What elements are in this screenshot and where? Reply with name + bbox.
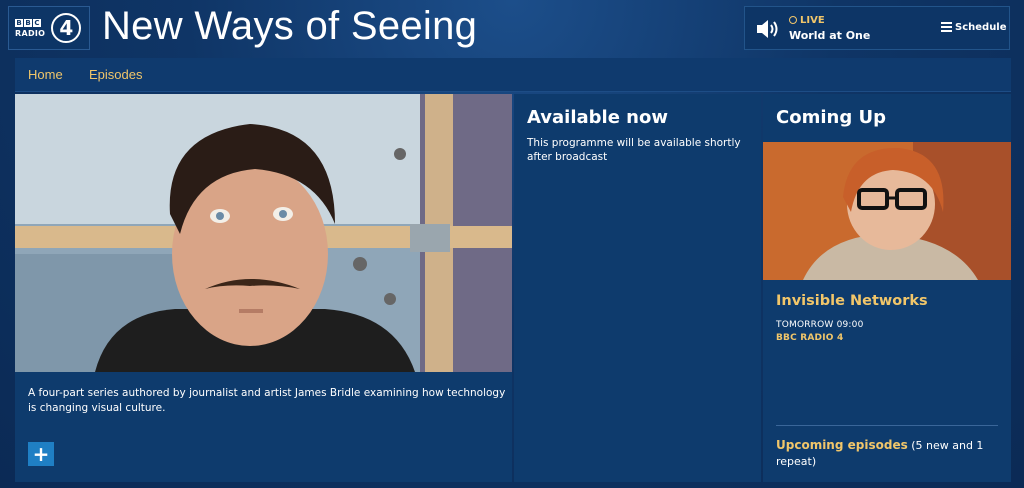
bbc-logo-stack: B B C RADIO: [15, 18, 46, 38]
speaker-icon[interactable]: [755, 17, 781, 41]
schedule-icon: [941, 22, 952, 32]
page-title: New Ways of Seeing: [102, 4, 478, 48]
divider: [776, 425, 998, 426]
upcoming-episodes-link[interactable]: Upcoming episodes: [776, 438, 908, 452]
bbc-letter: C: [33, 18, 41, 27]
live-indicator-icon: [789, 16, 797, 24]
bbc-radio-4-logo[interactable]: B B C RADIO 4: [8, 6, 90, 50]
plus-icon: +: [32, 442, 50, 466]
top-bar: B B C RADIO 4 New Ways of Seeing LIVE Wo…: [0, 0, 1024, 56]
nav-item-home[interactable]: Home: [28, 67, 63, 82]
schedule-label: Schedule: [955, 22, 1007, 33]
live-player-box[interactable]: LIVE World at One Schedule: [744, 6, 1010, 50]
live-text: LIVE: [800, 15, 825, 26]
available-now-panel: Available now This programme will be ava…: [514, 94, 761, 482]
coming-up-episode-title[interactable]: Invisible Networks: [776, 293, 928, 309]
programme-hero-image: [15, 94, 512, 372]
live-label: LIVE: [789, 15, 825, 26]
nav-item-episodes[interactable]: Episodes: [89, 67, 142, 82]
schedule-link[interactable]: Schedule: [941, 22, 1007, 33]
available-text: This programme will be available shortly…: [527, 137, 741, 163]
radio-label: RADIO: [15, 28, 46, 38]
expand-button[interactable]: +: [28, 442, 54, 466]
coming-up-image[interactable]: [763, 142, 1011, 280]
bbc-letter: B: [24, 18, 32, 27]
programme-nav: Home Episodes: [15, 58, 1011, 92]
live-programme-title[interactable]: World at One: [789, 29, 870, 42]
programme-panel: A four-part series authored by journalis…: [15, 94, 512, 482]
station-number: 4: [51, 13, 82, 43]
upcoming-episodes: Upcoming episodes (5 new and 1 repeat): [776, 437, 1000, 470]
available-heading: Available now: [527, 107, 668, 128]
coming-up-panel: Coming Up Invisible Networks TOMORROW 09…: [763, 94, 1011, 482]
coming-up-station[interactable]: BBC RADIO 4: [776, 333, 843, 343]
bbc-blocks: B B C: [15, 18, 45, 27]
bbc-letter: B: [15, 18, 23, 27]
coming-up-time: TOMORROW 09:00: [776, 320, 864, 330]
programme-description: A four-part series authored by journalis…: [28, 387, 506, 414]
coming-up-heading: Coming Up: [776, 107, 886, 128]
